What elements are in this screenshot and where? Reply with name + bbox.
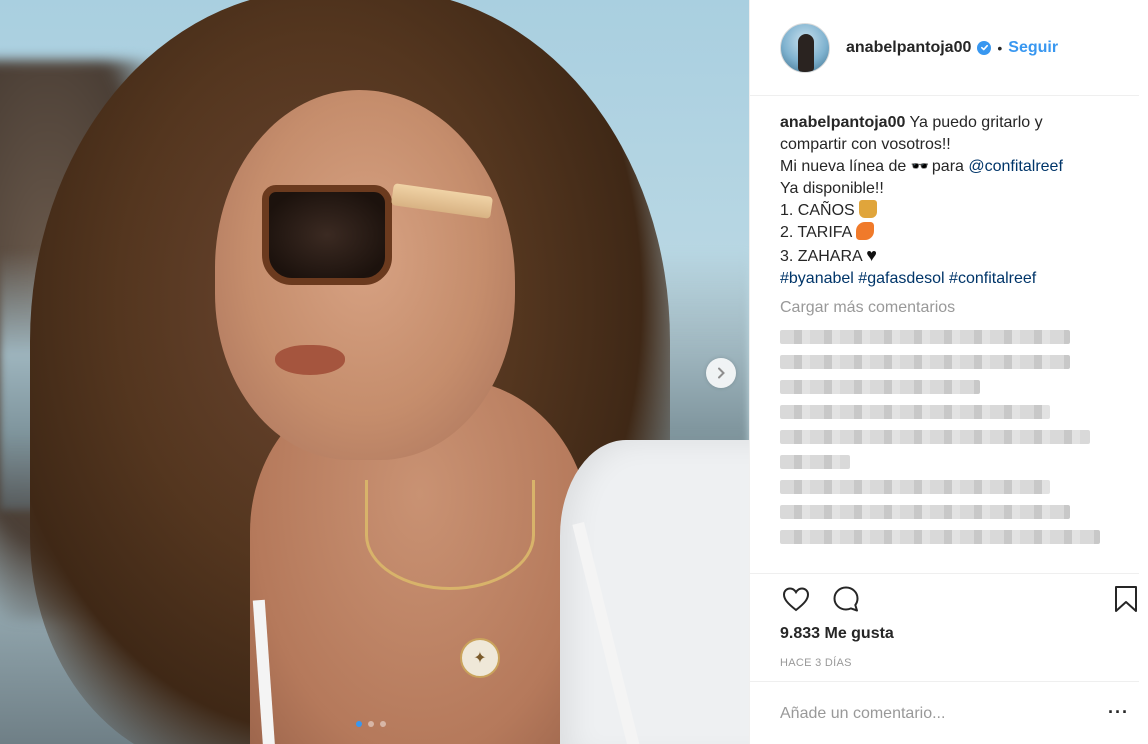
comment-bar: ···	[750, 681, 1139, 744]
header-separator: •	[997, 39, 1003, 56]
blurred-comment-line	[780, 505, 1070, 519]
post-photo[interactable]: ✦	[0, 0, 749, 744]
blurred-comment-line	[780, 530, 1100, 544]
caption-line-3: Ya disponible!!	[780, 180, 884, 197]
comment-bubble-icon	[833, 586, 859, 612]
sunglasses-emoji-icon: 🕶️	[910, 158, 930, 175]
blurred-comment-line	[780, 380, 980, 394]
caption-username[interactable]: anabelpantoja00	[780, 114, 905, 131]
photo-necklace	[365, 480, 535, 590]
load-more-comments-link[interactable]: Cargar más comentarios	[780, 299, 955, 317]
giraffe-emoji-icon	[859, 200, 878, 218]
caption-item-3: 3. ZAHARA	[780, 248, 862, 265]
post-header: anabelpantoja00 • Seguir	[750, 0, 1139, 96]
carousel-dot-3	[380, 721, 386, 727]
blurred-comment-line	[780, 430, 1090, 444]
verified-badge-icon	[977, 40, 992, 55]
blurred-comment-line	[780, 480, 1050, 494]
post-actions	[780, 583, 1137, 615]
likes-count[interactable]: 9.833 Me gusta	[780, 625, 894, 643]
avatar[interactable]	[780, 22, 830, 73]
photo-pendant: ✦	[460, 638, 500, 678]
blurred-comment-line	[780, 355, 1070, 369]
like-button[interactable]	[780, 583, 812, 615]
blurred-comments	[780, 330, 1110, 555]
mention-link[interactable]: @confitalreef	[968, 158, 1063, 175]
fish-emoji-icon	[855, 222, 874, 240]
carousel-next-button[interactable]	[706, 358, 736, 388]
bookmark-icon	[1115, 586, 1137, 612]
carousel-dot-1	[356, 721, 362, 727]
follow-button[interactable]: Seguir	[1008, 39, 1058, 57]
post-caption: anabelpantoja00 Ya puedo gritarlo y comp…	[780, 112, 1110, 290]
save-button[interactable]	[1110, 583, 1142, 615]
more-options-button[interactable]: ···	[1108, 703, 1129, 721]
hashtag-link-1[interactable]: #byanabel	[780, 270, 854, 287]
carousel-indicator	[356, 721, 386, 727]
blurred-comment-line	[780, 330, 1070, 344]
blurred-comment-line	[780, 455, 850, 469]
caption-item-2: 2. TARIFA	[780, 224, 852, 241]
hashtag-link-2[interactable]: #gafasdesol	[858, 270, 944, 287]
comment-input[interactable]	[780, 702, 1080, 726]
carousel-dot-2	[368, 721, 374, 727]
heart-icon	[782, 587, 810, 612]
hashtag-link-3[interactable]: #confitalreef	[949, 270, 1036, 287]
post-timestamp[interactable]: HACE 3 DÍAS	[780, 657, 852, 669]
comment-button[interactable]	[830, 583, 862, 615]
caption-item-1: 1. CAÑOS	[780, 202, 855, 219]
photo-sunglasses	[262, 185, 392, 285]
caption-line-2-prefix: Mi nueva línea de	[780, 158, 907, 175]
blurred-comment-line	[780, 405, 1050, 419]
black-heart-emoji-icon: ♥	[866, 245, 877, 265]
divider	[750, 573, 1139, 574]
caption-line-2-mid: para	[931, 158, 964, 175]
photo-lips	[275, 345, 345, 375]
post-side-panel: anabelpantoja00 • Seguir anabelpantoja00…	[749, 0, 1148, 744]
header-username[interactable]: anabelpantoja00	[846, 39, 971, 57]
chevron-right-icon	[718, 367, 725, 379]
